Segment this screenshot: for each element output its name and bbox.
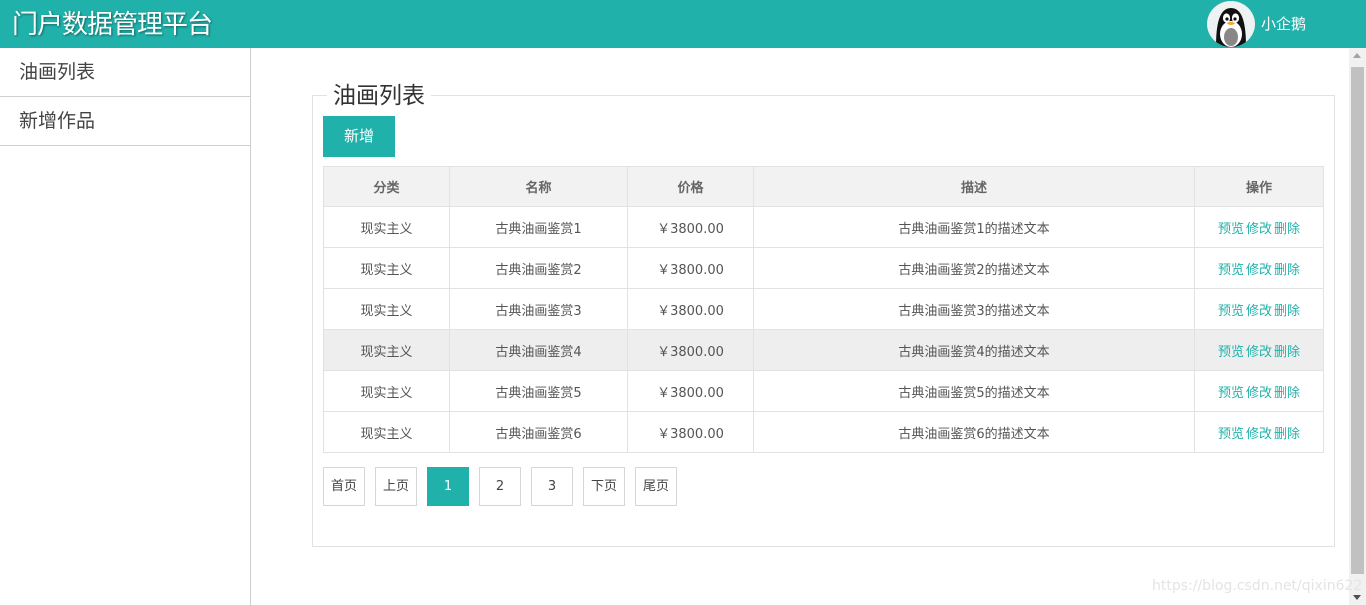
table-row: 现实主义 古典油画鉴赏2 ￥3800.00 古典油画鉴赏2的描述文本 预览 修改 删除 [323,247,1324,289]
price-cell: ￥3800.00 [627,411,754,453]
edit-link[interactable]: 修改 [1246,386,1272,401]
name-cell: 古典油画鉴赏2 [449,247,628,289]
table-header-row: 分类 名称 价格 描述 操作 [323,166,1324,207]
price-cell: ￥3800.00 [627,370,754,412]
actions-cell: 预览 修改 删除 [1194,247,1324,289]
painting-table: 分类 名称 价格 描述 操作 现实主义 古典油画鉴赏1 ￥3800.00 古典油画鉴赏… [323,166,1324,453]
price-cell: ￥3800.00 [627,206,754,248]
column-header: 价格 [627,166,754,207]
column-header: 分类 [323,166,450,207]
name-cell: 古典油画鉴赏1 [449,206,628,248]
next-page-button[interactable]: 下页 [583,467,625,506]
description-cell: 古典油画鉴赏4的描述文本 [753,329,1195,371]
delete-link[interactable]: 删除 [1274,427,1300,442]
scrollbar-thumb[interactable] [1351,67,1364,574]
name-cell: 古典油画鉴赏4 [449,329,628,371]
category-cell: 现实主义 [323,329,450,371]
name-cell: 古典油画鉴赏5 [449,370,628,412]
description-cell: 古典油画鉴赏5的描述文本 [753,370,1195,412]
top-header: 门户数据管理平台 小企鹅 [0,0,1366,48]
scroll-up-arrow-icon[interactable] [1353,53,1361,58]
name-cell: 古典油画鉴赏6 [449,411,628,453]
edit-link[interactable]: 修改 [1246,263,1272,278]
table-row: 现实主义 古典油画鉴赏1 ￥3800.00 古典油画鉴赏1的描述文本 预览 修改 删除 [323,206,1324,248]
sidebar-item-painting-list[interactable]: 油画列表 [0,48,250,97]
edit-link[interactable]: 修改 [1246,345,1272,360]
actions-cell: 预览 修改 删除 [1194,288,1324,330]
description-cell: 古典油画鉴赏3的描述文本 [753,288,1195,330]
page-button[interactable]: 1 [427,467,469,506]
last-page-button[interactable]: 尾页 [635,467,677,506]
actions-cell: 预览 修改 删除 [1194,206,1324,248]
delete-link[interactable]: 删除 [1274,386,1300,401]
preview-link[interactable]: 预览 [1218,263,1244,278]
sidebar-item-add-work[interactable]: 新增作品 [0,97,250,146]
penguin-avatar-icon[interactable] [1207,1,1255,47]
price-cell: ￥3800.00 [627,329,754,371]
category-cell: 现实主义 [323,370,450,412]
delete-link[interactable]: 删除 [1274,222,1300,237]
price-cell: ￥3800.00 [627,247,754,289]
preview-link[interactable]: 预览 [1218,304,1244,319]
description-cell: 古典油画鉴赏2的描述文本 [753,247,1195,289]
page-button[interactable]: 3 [531,467,573,506]
delete-link[interactable]: 删除 [1274,304,1300,319]
category-cell: 现实主义 [323,411,450,453]
column-header: 名称 [449,166,628,207]
description-cell: 古典油画鉴赏6的描述文本 [753,411,1195,453]
painting-list-panel: 油画列表 新增 分类 名称 价格 描述 操作 现实主义 古典油画鉴赏1 ￥3800.… [312,82,1335,547]
scroll-down-arrow-icon[interactable] [1353,595,1361,600]
table-row: 现实主义 古典油画鉴赏6 ￥3800.00 古典油画鉴赏6的描述文本 预览 修改 删除 [323,411,1324,453]
edit-link[interactable]: 修改 [1246,304,1272,319]
price-cell: ￥3800.00 [627,288,754,330]
actions-cell: 预览 修改 删除 [1194,411,1324,453]
add-button[interactable]: 新增 [323,116,395,157]
column-header: 描述 [753,166,1195,207]
category-cell: 现实主义 [323,247,450,289]
name-cell: 古典油画鉴赏3 [449,288,628,330]
description-cell: 古典油画鉴赏1的描述文本 [753,206,1195,248]
table-row: 现实主义 古典油画鉴赏5 ￥3800.00 古典油画鉴赏5的描述文本 预览 修改 删除 [323,370,1324,412]
category-cell: 现实主义 [323,288,450,330]
table-row: 现实主义 古典油画鉴赏3 ￥3800.00 古典油画鉴赏3的描述文本 预览 修改 删除 [323,288,1324,330]
preview-link[interactable]: 预览 [1218,386,1244,401]
username[interactable]: 小企鹅 [1261,14,1306,34]
first-page-button[interactable]: 首页 [323,467,365,506]
edit-link[interactable]: 修改 [1246,427,1272,442]
prev-page-button[interactable]: 上页 [375,467,417,506]
preview-link[interactable]: 预览 [1218,427,1244,442]
vertical-scrollbar[interactable] [1349,48,1366,605]
watermark: https://blog.csdn.net/qixin622 [1152,578,1363,594]
preview-link[interactable]: 预览 [1218,222,1244,237]
panel-legend: 油画列表 [327,82,431,110]
app-title: 门户数据管理平台 [12,10,213,40]
table-row: 现实主义 古典油画鉴赏4 ￥3800.00 古典油画鉴赏4的描述文本 预览 修改 删除 [323,329,1324,371]
delete-link[interactable]: 删除 [1274,263,1300,278]
actions-cell: 预览 修改 删除 [1194,329,1324,371]
preview-link[interactable]: 预览 [1218,345,1244,360]
delete-link[interactable]: 删除 [1274,345,1300,360]
column-header: 操作 [1194,166,1324,207]
actions-cell: 预览 修改 删除 [1194,370,1324,412]
page-button[interactable]: 2 [479,467,521,506]
edit-link[interactable]: 修改 [1246,222,1272,237]
category-cell: 现实主义 [323,206,450,248]
sidebar: 油画列表 新增作品 [0,48,251,605]
